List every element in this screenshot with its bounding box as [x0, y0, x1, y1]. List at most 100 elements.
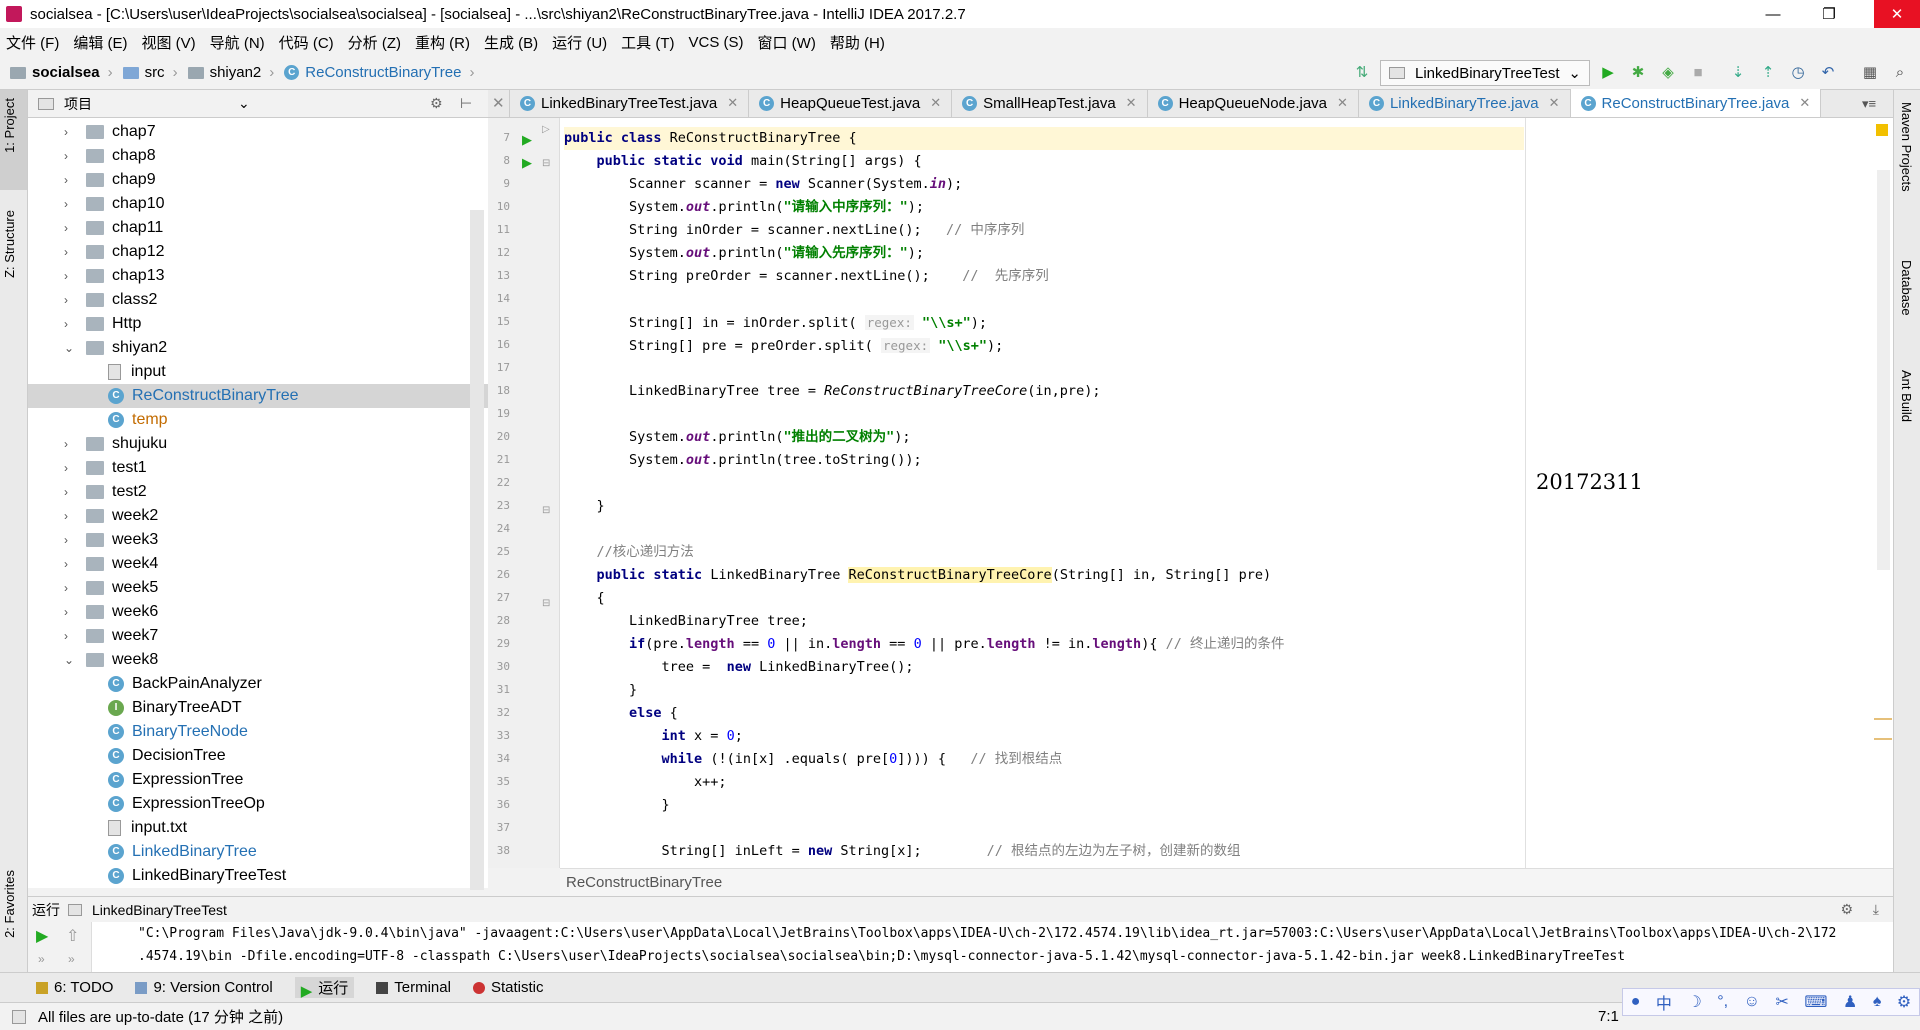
- more-icon[interactable]: »: [68, 952, 75, 966]
- ime-settings-icon[interactable]: ⚙: [1897, 992, 1911, 1012]
- revert-icon[interactable]: ↶: [1818, 62, 1838, 82]
- editor-breadcrumb-class[interactable]: ReConstructBinaryTree: [566, 874, 722, 891]
- tree-item[interactable]: › test2: [64, 480, 147, 504]
- tree-item[interactable]: › chap10: [64, 192, 165, 216]
- tree-item[interactable]: input.txt: [108, 816, 187, 840]
- run-gutter-icon[interactable]: ▶: [522, 132, 532, 148]
- menu-help[interactable]: 帮助 (H): [830, 32, 885, 53]
- tree-item[interactable]: › Http: [64, 312, 141, 336]
- tool-tab-maven[interactable]: Maven Projects: [1899, 102, 1914, 192]
- tree-item[interactable]: › chap12: [64, 240, 165, 264]
- menu-refactor[interactable]: 重构 (R): [415, 32, 470, 53]
- menu-vcs[interactable]: VCS (S): [689, 34, 744, 51]
- chevron-right-icon[interactable]: ›: [64, 221, 76, 235]
- chevron-right-icon[interactable]: ›: [64, 629, 76, 643]
- code-editor[interactable]: public class ReConstructBinaryTree { pub…: [560, 118, 1893, 868]
- breadcrumb-src[interactable]: src ›: [122, 64, 178, 81]
- editor-tab[interactable]: C SmallHeapTest.java ✕: [952, 89, 1148, 117]
- tabs-overflow-icon[interactable]: ▾≡: [1862, 96, 1876, 112]
- chevron-down-icon[interactable]: ⌄: [64, 653, 76, 667]
- menu-view[interactable]: 视图 (V): [142, 32, 196, 53]
- ime-emoji-icon[interactable]: ☺: [1744, 993, 1760, 1011]
- chevron-right-icon[interactable]: ›: [64, 605, 76, 619]
- close-tab-icon[interactable]: ✕: [1126, 95, 1137, 111]
- coverage-icon[interactable]: ◈: [1658, 62, 1678, 82]
- collapse-icon[interactable]: ⊢: [460, 95, 472, 112]
- search-icon[interactable]: ⌕: [1890, 62, 1910, 82]
- tool-tab-database[interactable]: Database: [1899, 260, 1914, 316]
- status-toggle-icon[interactable]: [12, 1009, 26, 1024]
- fold-icon[interactable]: ⊟: [542, 598, 550, 609]
- ime-skin-icon[interactable]: ♠: [1873, 993, 1882, 1011]
- tree-item[interactable]: Ctemp: [108, 408, 168, 432]
- statistic-tab[interactable]: Statistic: [472, 979, 543, 996]
- menu-window[interactable]: 窗口 (W): [758, 32, 816, 53]
- vcs-commit-icon[interactable]: ⇣: [1728, 62, 1748, 82]
- stop-icon[interactable]: ■: [1688, 62, 1708, 82]
- chevron-right-icon[interactable]: ›: [64, 581, 76, 595]
- tree-item[interactable]: C LinkedBinaryTree: [108, 840, 257, 864]
- chevron-right-icon[interactable]: ›: [64, 485, 76, 499]
- editor-tab[interactable]: C HeapQueueTest.java ✕: [749, 89, 953, 117]
- menu-tools[interactable]: 工具 (T): [621, 32, 674, 53]
- tree-item[interactable]: › chap9: [64, 168, 156, 192]
- chevron-right-icon[interactable]: ›: [64, 317, 76, 331]
- chevron-right-icon[interactable]: ›: [64, 269, 76, 283]
- error-stripe-mark[interactable]: [1874, 738, 1892, 740]
- editor-tab[interactable]: C HeapQueueNode.java ✕: [1148, 89, 1359, 117]
- chevron-right-icon[interactable]: ›: [64, 173, 76, 187]
- menu-run[interactable]: 运行 (U): [552, 32, 607, 53]
- close-tab-icon[interactable]: ✕: [727, 95, 738, 111]
- tool-tab-project[interactable]: 1: Project: [2, 98, 17, 153]
- chevron-right-icon[interactable]: ›: [64, 509, 76, 523]
- tree-item[interactable]: › week6: [64, 600, 158, 624]
- menu-edit[interactable]: 编辑 (E): [73, 32, 127, 53]
- menu-navigate[interactable]: 导航 (N): [210, 32, 265, 53]
- run-console[interactable]: "C:\Program Files\Java\jdk-9.0.4\bin\jav…: [28, 922, 1893, 972]
- tool-tab-structure[interactable]: Z: Structure: [2, 210, 17, 278]
- tree-item[interactable]: › chap13: [64, 264, 165, 288]
- tree-item[interactable]: › week4: [64, 552, 158, 576]
- close-tab-icon[interactable]: ✕: [1799, 95, 1810, 111]
- run-tab[interactable]: ▶ 运行: [294, 977, 355, 1000]
- editor-tab[interactable]: C ReConstructBinaryTree.java ✕: [1570, 89, 1822, 117]
- close-tab-icon[interactable]: ✕: [1337, 95, 1348, 111]
- history-icon[interactable]: ◷: [1788, 62, 1808, 82]
- tree-item[interactable]: › shujuku: [64, 432, 167, 456]
- version-control-tab[interactable]: 9: Version Control: [135, 979, 273, 996]
- menu-build[interactable]: 生成 (B): [484, 32, 538, 53]
- tree-item[interactable]: ⌄ week8: [64, 648, 158, 672]
- tree-item[interactable]: C LinkedBinaryTreeTest: [108, 864, 286, 888]
- tabs-close-icon[interactable]: ✕: [488, 89, 510, 117]
- tree-item[interactable]: › week7: [64, 624, 158, 648]
- breadcrumb-package[interactable]: shiyan2 ›: [187, 64, 274, 81]
- tree-item[interactable]: › class2: [64, 288, 157, 312]
- editor-tab[interactable]: C LinkedBinaryTreeTest.java ✕: [510, 89, 750, 117]
- caret-position[interactable]: 7:1: [1598, 1008, 1619, 1025]
- ime-punct-icon[interactable]: °,: [1717, 993, 1728, 1011]
- rerun-icon[interactable]: ▶: [36, 926, 48, 946]
- ime-moon-icon[interactable]: ☽: [1687, 992, 1701, 1012]
- chevron-right-icon[interactable]: ›: [64, 437, 76, 451]
- chevron-right-icon[interactable]: ›: [64, 293, 76, 307]
- fold-icon[interactable]: ⊟: [542, 505, 550, 516]
- chevron-right-icon[interactable]: ›: [64, 533, 76, 547]
- close-tab-icon[interactable]: ✕: [1549, 95, 1560, 111]
- tree-item[interactable]: › chap11: [64, 216, 163, 240]
- chevron-right-icon[interactable]: ›: [64, 125, 76, 139]
- tree-item[interactable]: ⌄ shiyan2: [64, 336, 167, 360]
- run-icon[interactable]: ▶: [1598, 62, 1618, 82]
- analysis-status-icon[interactable]: [1876, 124, 1888, 136]
- up-arrow-icon[interactable]: ⇧: [66, 926, 79, 946]
- run-config-select[interactable]: LinkedBinaryTreeTest ⌄: [1380, 60, 1590, 86]
- ime-logo-icon[interactable]: ●: [1631, 993, 1641, 1011]
- ime-scissors-icon[interactable]: ✂: [1775, 992, 1788, 1012]
- menu-analyze[interactable]: 分析 (Z): [348, 32, 401, 53]
- chevron-right-icon[interactable]: ›: [64, 197, 76, 211]
- tree-item[interactable]: C BackPainAnalyzer: [108, 672, 262, 696]
- debug-icon[interactable]: ✱: [1628, 62, 1648, 82]
- vcs-update-icon[interactable]: ⇅: [1352, 62, 1372, 82]
- editor-tab[interactable]: C LinkedBinaryTree.java ✕: [1359, 89, 1571, 117]
- tree-item[interactable]: C ExpressionTreeOp: [108, 792, 265, 816]
- tree-item[interactable]: C ReConstructBinaryTree: [108, 384, 299, 408]
